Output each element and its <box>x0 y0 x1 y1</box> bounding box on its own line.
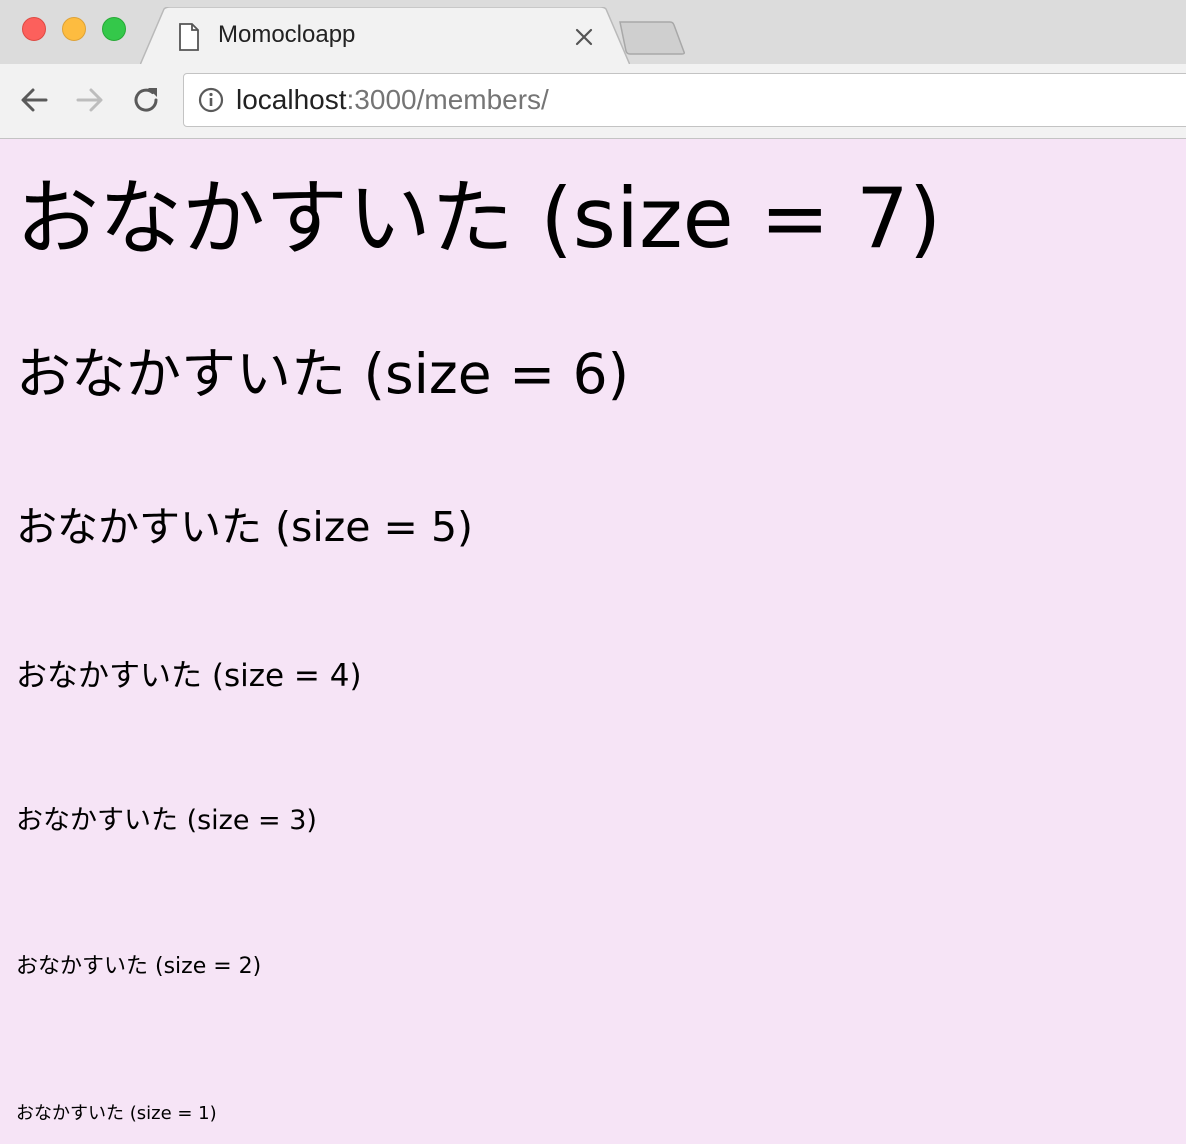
new-tab-button[interactable] <box>616 20 688 56</box>
font-size-1-text: おなかすいた (size = 1) <box>16 1103 217 1124</box>
font-size-6-text: おなかすいた (size = 6) <box>16 342 630 406</box>
font-size-5-text: おなかすいた (size = 5) <box>16 503 474 551</box>
forward-arrow-icon[interactable] <box>72 82 108 118</box>
browser-toolbar: localhost:3000/members/ <box>0 64 1186 139</box>
active-tab[interactable]: Momocloapp <box>140 7 630 65</box>
close-window-button[interactable] <box>22 17 46 41</box>
address-bar[interactable]: localhost:3000/members/ <box>183 73 1186 127</box>
tab-title: Momocloapp <box>218 21 356 48</box>
back-arrow-icon[interactable] <box>16 82 52 118</box>
tab-strip: Momocloapp <box>0 0 1186 65</box>
url-text[interactable]: localhost:3000/members/ <box>236 84 549 116</box>
font-size-7-text: おなかすいた (size = 7) <box>16 170 942 267</box>
font-size-3-text: おなかすいた (size = 3) <box>16 805 317 836</box>
font-size-2-text: おなかすいた (size = 2) <box>16 954 262 979</box>
url-host: localhost <box>236 84 347 115</box>
minimize-window-button[interactable] <box>62 17 86 41</box>
maximize-window-button[interactable] <box>102 17 126 41</box>
page-icon <box>179 23 199 51</box>
info-icon[interactable] <box>198 87 224 113</box>
url-path: :3000/members/ <box>346 84 549 115</box>
font-size-4-text: おなかすいた (size = 4) <box>16 658 362 694</box>
reload-icon[interactable] <box>128 82 164 118</box>
page-content: おなかすいた (size = 7) おなかすいた (size = 6) おなかす… <box>0 139 1186 1144</box>
close-tab-icon[interactable] <box>572 25 596 49</box>
